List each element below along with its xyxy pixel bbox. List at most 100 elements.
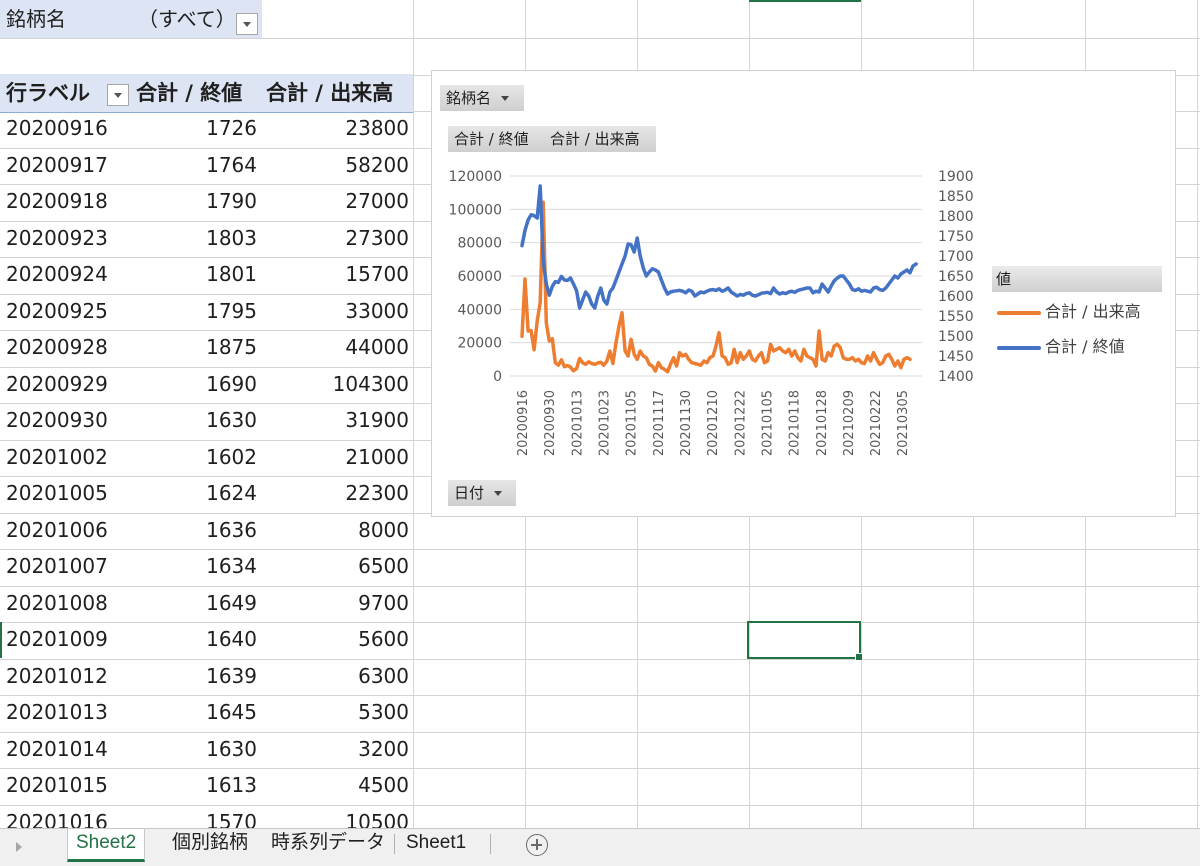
y-right-tick-label: 1650 bbox=[938, 269, 974, 285]
row-close: 1875 bbox=[206, 335, 257, 359]
x-tick-label: 20200916 bbox=[516, 390, 531, 456]
table-row[interactable]: 20201005 1624 22300 bbox=[0, 475, 413, 512]
page-filter-value[interactable]: （すべて） bbox=[138, 1, 236, 37]
row-volume: 27300 bbox=[345, 225, 409, 250]
legend-swatch-volume bbox=[997, 310, 1041, 315]
row-volume: 10500 bbox=[345, 809, 409, 829]
pivot-chart[interactable]: 銘柄名 合計 / 終値 合計 / 出来高 日付 0 20000 40000 60000… bbox=[431, 70, 1176, 517]
sum-close-header: 合計 / 終値 bbox=[136, 81, 243, 105]
row-close: 1630 bbox=[206, 736, 257, 761]
table-row[interactable]: 20200916 1726 23800 bbox=[0, 110, 413, 147]
row-close: 1649 bbox=[206, 590, 257, 615]
row-close: 1640 bbox=[206, 627, 257, 651]
row-close: 1801 bbox=[206, 262, 257, 286]
row-date: 20201006 bbox=[6, 517, 108, 542]
tab-separator bbox=[490, 834, 491, 854]
table-row[interactable]: 20201008 1649 9700 bbox=[0, 585, 413, 622]
y-right-tick-label: 1400 bbox=[938, 369, 974, 385]
legend-label-close: 合計 / 終値 bbox=[1045, 337, 1125, 356]
x-tick-label: 20210105 bbox=[760, 390, 775, 456]
row-close: 1570 bbox=[206, 809, 257, 829]
tab-kobetsu-meigara[interactable]: 個別銘柄 bbox=[164, 829, 256, 859]
x-tick-label: 20201013 bbox=[570, 390, 585, 456]
row-volume: 33000 bbox=[345, 298, 409, 323]
add-sheet-icon[interactable] bbox=[526, 834, 548, 856]
table-row[interactable]: 20200928 1875 44000 bbox=[0, 329, 413, 366]
x-tick-label: 20201130 bbox=[679, 390, 694, 456]
row-volume: 6500 bbox=[358, 554, 409, 578]
row-volume: 27000 bbox=[345, 189, 409, 213]
sheet-tab-bar: Sheet2 個別銘柄 時系列データ Sheet1 bbox=[0, 828, 1200, 866]
table-row[interactable]: 20201006 1636 8000 bbox=[0, 512, 413, 549]
row-date: 20201015 bbox=[6, 773, 108, 797]
sum-volume-header: 合計 / 出来高 bbox=[266, 81, 394, 105]
table-row[interactable]: 20200924 1801 15700 bbox=[0, 256, 413, 293]
row-date: 20200917 bbox=[6, 152, 108, 177]
x-tick-label: 20201105 bbox=[625, 390, 640, 456]
table-row[interactable]: 20200930 1630 31900 bbox=[0, 402, 413, 439]
row-volume: 3200 bbox=[358, 736, 409, 761]
table-row[interactable]: 20200925 1795 33000 bbox=[0, 293, 413, 330]
x-tick-label: 20210305 bbox=[896, 390, 911, 456]
table-row[interactable]: 20201009 1640 5600 bbox=[0, 621, 413, 658]
y-left-tick-label: 60000 bbox=[457, 269, 502, 285]
row-volume: 5300 bbox=[358, 700, 409, 724]
y-right-tick-label: 1750 bbox=[938, 229, 974, 245]
row-volume: 104300 bbox=[332, 371, 409, 396]
tab-label: 個別銘柄 bbox=[172, 832, 249, 853]
table-row[interactable]: 20201016 1570 10500 bbox=[0, 804, 413, 829]
row-volume: 4500 bbox=[358, 773, 409, 797]
x-tick-label: 20201210 bbox=[706, 390, 721, 456]
table-row[interactable]: 20201014 1630 3200 bbox=[0, 731, 413, 768]
row-close: 1634 bbox=[206, 554, 257, 578]
table-row[interactable]: 20200923 1803 27300 bbox=[0, 220, 413, 257]
row-date: 20201009 bbox=[6, 627, 108, 651]
x-tick-label: 20201222 bbox=[733, 390, 748, 456]
row-volume: 22300 bbox=[345, 481, 409, 505]
row-date: 20200918 bbox=[6, 189, 108, 213]
row-date: 20200930 bbox=[6, 408, 108, 432]
row-close: 1602 bbox=[206, 444, 257, 469]
table-row[interactable]: 20200917 1764 58200 bbox=[0, 147, 413, 184]
tab-label: Sheet1 bbox=[406, 832, 467, 853]
row-close: 1803 bbox=[206, 225, 257, 250]
tab-label: Sheet2 bbox=[76, 832, 137, 853]
x-tick-label: 20201023 bbox=[597, 390, 612, 456]
spreadsheet-grid[interactable]: 銘柄名 （すべて） 行ラベル 合計 / 終値 合計 / 出来高 20200916… bbox=[0, 0, 1200, 828]
active-column-indicator bbox=[749, 0, 861, 2]
x-tick-label: 20210118 bbox=[788, 390, 803, 456]
table-row[interactable]: 20201015 1613 4500 bbox=[0, 767, 413, 804]
legend-item-volume: 合計 / 出来高 bbox=[997, 302, 1141, 322]
tab-label: 時系列データ bbox=[271, 832, 386, 853]
x-tick-label: 20210222 bbox=[869, 390, 884, 456]
grid-column-line bbox=[413, 0, 414, 828]
tab-sheet2[interactable]: Sheet2 bbox=[67, 829, 146, 862]
table-row[interactable]: 20201012 1639 6300 bbox=[0, 658, 413, 695]
tab-sheet1[interactable]: Sheet1 bbox=[398, 829, 474, 859]
row-close: 1795 bbox=[206, 298, 257, 323]
y-left-tick-label: 120000 bbox=[449, 169, 502, 185]
tab-separator bbox=[394, 834, 395, 854]
row-date: 20200923 bbox=[6, 225, 108, 250]
y-left-tick-label: 80000 bbox=[457, 236, 502, 252]
tab-jikeiretsu-data[interactable]: 時系列データ bbox=[263, 829, 393, 859]
table-row[interactable]: 20200929 1690 104300 bbox=[0, 366, 413, 403]
table-row[interactable]: 20201007 1634 6500 bbox=[0, 548, 413, 585]
table-row[interactable]: 20201002 1602 21000 bbox=[0, 439, 413, 476]
row-volume: 9700 bbox=[358, 590, 409, 615]
y-left-tick-label: 100000 bbox=[449, 202, 502, 218]
y-right-tick-label: 1500 bbox=[938, 329, 974, 345]
row-close: 1624 bbox=[206, 481, 257, 505]
row-close: 1630 bbox=[206, 408, 257, 432]
selected-cell[interactable] bbox=[747, 621, 863, 661]
row-date: 20200925 bbox=[6, 298, 108, 323]
row-volume: 31900 bbox=[345, 408, 409, 432]
row-label-filter-icon[interactable] bbox=[107, 84, 129, 106]
page-filter-dropdown-icon[interactable] bbox=[236, 13, 258, 35]
row-date: 20200916 bbox=[6, 116, 108, 140]
scroll-tabs-left-icon[interactable] bbox=[16, 842, 22, 852]
row-date: 20200924 bbox=[6, 262, 108, 286]
row-volume: 44000 bbox=[345, 335, 409, 359]
table-row[interactable]: 20201013 1645 5300 bbox=[0, 694, 413, 731]
table-row[interactable]: 20200918 1790 27000 bbox=[0, 183, 413, 220]
